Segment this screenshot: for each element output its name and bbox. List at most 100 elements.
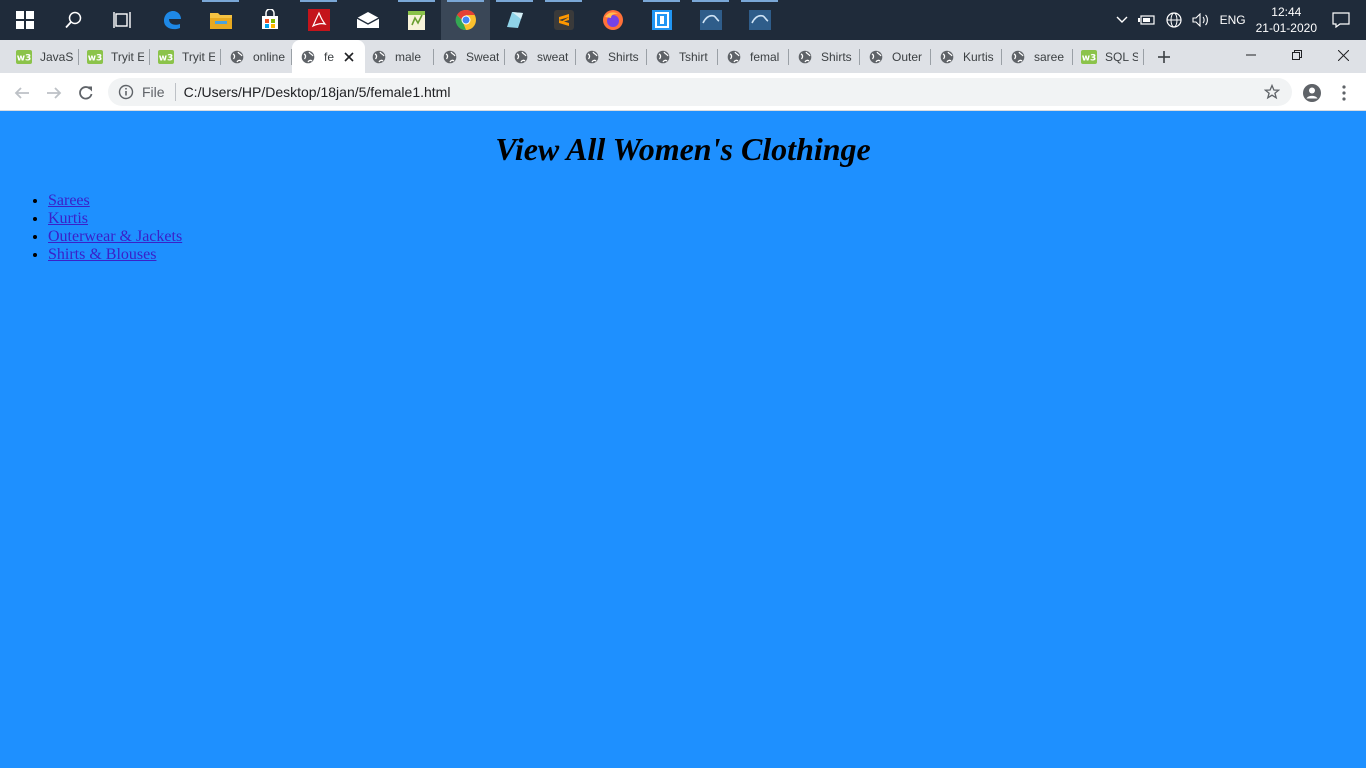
- tab-title: Outer: [892, 49, 923, 64]
- chevron-up-icon: [1116, 16, 1128, 23]
- task-view-icon: [112, 12, 131, 28]
- info-icon[interactable]: [118, 84, 134, 100]
- clock-time: 12:44: [1271, 5, 1302, 19]
- globe-favicon-icon: [584, 49, 600, 65]
- tab-6[interactable]: male: [363, 40, 434, 73]
- tab-10[interactable]: Tshirt: [647, 40, 718, 73]
- list-item: Shirts & Blouses: [48, 246, 1366, 264]
- language-indicator[interactable]: ENG: [1215, 0, 1251, 40]
- forward-button[interactable]: [40, 79, 68, 107]
- battery-icon: [1137, 15, 1155, 25]
- clock[interactable]: 12:44 21-01-2020: [1251, 0, 1322, 40]
- task-view-button[interactable]: [98, 0, 147, 40]
- minimize-button[interactable]: [1228, 40, 1274, 70]
- restore-button[interactable]: [1274, 40, 1320, 70]
- globe-favicon-icon: [797, 49, 813, 65]
- tab-13[interactable]: Outer: [860, 40, 931, 73]
- w3schools-favicon-icon: w3: [1081, 49, 1097, 65]
- sublime-button[interactable]: [539, 0, 588, 40]
- back-button[interactable]: [8, 79, 36, 107]
- firefox-button[interactable]: [588, 0, 637, 40]
- search-button[interactable]: [49, 0, 98, 40]
- start-icon: [15, 11, 34, 29]
- tab-16[interactable]: w3 SQL S: [1073, 40, 1144, 73]
- restore-icon: [1292, 50, 1302, 60]
- clock-date: 21-01-2020: [1255, 21, 1317, 35]
- w3schools-favicon-icon: w3: [87, 49, 103, 65]
- tab-2[interactable]: w3 Tryit E: [79, 40, 150, 73]
- tab-title: Tryit E: [182, 49, 215, 64]
- mysql-workbench-button[interactable]: [735, 0, 784, 40]
- url-text[interactable]: C:/Users/HP/Desktop/18jan/5/female1.html: [184, 84, 451, 100]
- tab-title: male: [395, 49, 422, 64]
- minimize-icon: [1246, 54, 1256, 56]
- arrow-left-icon: [14, 87, 29, 99]
- tab-15[interactable]: saree: [1002, 40, 1073, 73]
- chrome-button[interactable]: [441, 0, 490, 40]
- close-window-button[interactable]: [1320, 40, 1366, 70]
- url-divider: [174, 83, 176, 101]
- mysql-button[interactable]: [686, 0, 735, 40]
- tab-close-icon[interactable]: [341, 49, 357, 65]
- tab-9[interactable]: Shirts: [576, 40, 647, 73]
- tab-4[interactable]: online: [221, 40, 292, 73]
- tab-title: fe: [324, 49, 335, 64]
- globe-favicon-icon: [229, 49, 245, 65]
- action-center-button[interactable]: [1322, 0, 1366, 40]
- link-shirts-blouses[interactable]: Shirts & Blouses: [48, 246, 156, 263]
- link-outerwear-jackets[interactable]: Outerwear & Jackets: [48, 228, 182, 245]
- svg-text:w3: w3: [88, 53, 103, 63]
- edge-icon: [163, 11, 181, 30]
- acrobat-button[interactable]: [294, 0, 343, 40]
- start-button[interactable]: [0, 0, 49, 40]
- tab-3[interactable]: w3 Tryit E: [150, 40, 221, 73]
- list-item: Sarees: [48, 192, 1366, 210]
- list-item: Kurtis: [48, 210, 1366, 228]
- svg-text:w3: w3: [1082, 53, 1097, 63]
- reload-button[interactable]: [72, 79, 100, 107]
- edge-button[interactable]: [147, 0, 196, 40]
- globe-favicon-icon: [300, 49, 316, 65]
- tab-1[interactable]: w3 JavaSc: [8, 40, 79, 73]
- sublime-icon: [553, 10, 574, 30]
- w3schools-favicon-icon: w3: [158, 49, 174, 65]
- network-button[interactable]: [1161, 0, 1187, 40]
- notepad-plus-button[interactable]: [392, 0, 441, 40]
- show-hidden-icons-button[interactable]: [1111, 0, 1133, 40]
- mail-button[interactable]: [343, 0, 392, 40]
- plus-icon: [1158, 50, 1170, 63]
- volume-button[interactable]: [1187, 0, 1215, 40]
- tab-7[interactable]: Sweat: [434, 40, 505, 73]
- app-button[interactable]: [490, 0, 539, 40]
- chrome-menu-button[interactable]: [1332, 79, 1356, 107]
- tab-11[interactable]: femal: [718, 40, 789, 73]
- tab-12[interactable]: Shirts: [789, 40, 860, 73]
- mysql-icon: [699, 10, 722, 30]
- windows-taskbar: ENG 12:44 21-01-2020: [0, 0, 1366, 40]
- globe-favicon-icon: [726, 49, 742, 65]
- speaker-icon: [1192, 13, 1208, 27]
- file-explorer-button[interactable]: [196, 0, 245, 40]
- bookmark-star-icon[interactable]: [1263, 83, 1281, 103]
- notification-icon: [1332, 12, 1350, 28]
- mysql-workbench-icon: [748, 10, 771, 30]
- category-list: Sarees Kurtis Outerwear & Jackets Shirts…: [0, 192, 1366, 264]
- more-vert-icon: [1342, 85, 1346, 101]
- app-icon: [506, 12, 523, 28]
- tab-8[interactable]: sweat: [505, 40, 576, 73]
- new-tab-button[interactable]: [1152, 40, 1176, 73]
- chrome-icon: [455, 9, 476, 31]
- address-bar[interactable]: File C:/Users/HP/Desktop/18jan/5/female1…: [108, 78, 1292, 106]
- arrow-right-icon: [47, 87, 62, 99]
- browser-toolbar: File C:/Users/HP/Desktop/18jan/5/female1…: [0, 73, 1366, 111]
- profile-button[interactable]: [1298, 79, 1326, 107]
- battery-button[interactable]: [1133, 0, 1161, 40]
- tab-5[interactable]: fe: [292, 40, 365, 73]
- link-sarees[interactable]: Sarees: [48, 192, 90, 209]
- tab-title: Tryit E: [111, 49, 144, 64]
- app2-button[interactable]: [637, 0, 686, 40]
- tab-title: Sweat: [466, 49, 499, 64]
- link-kurtis[interactable]: Kurtis: [48, 210, 88, 227]
- tab-14[interactable]: Kurtis: [931, 40, 1002, 73]
- store-button[interactable]: [245, 0, 294, 40]
